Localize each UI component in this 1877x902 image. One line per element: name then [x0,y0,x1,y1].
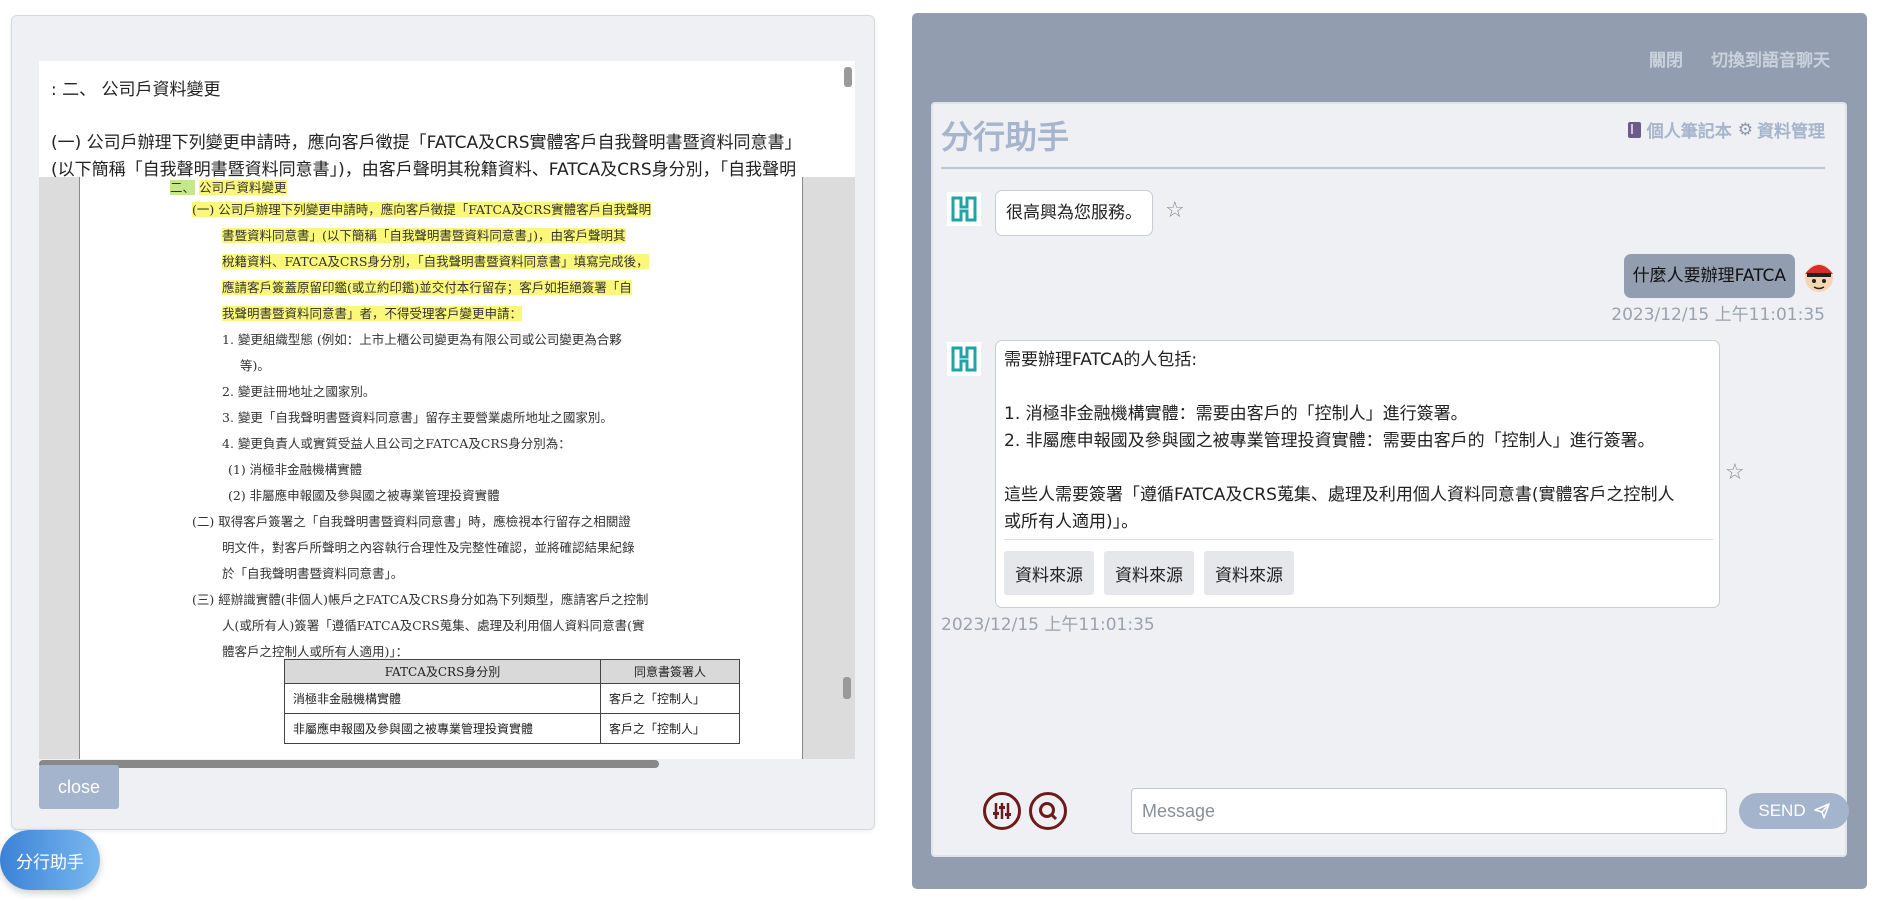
search-button[interactable] [1029,792,1067,830]
star-icon[interactable]: ☆ [1165,198,1185,223]
image-scrollbar[interactable] [843,677,851,699]
close-chat-link[interactable]: 關閉 [1649,46,1683,71]
scan-line: 於「自我聲明書暨資料同意書」。 [222,566,404,581]
star-icon[interactable]: ☆ [1725,460,1745,485]
scan-line: (2) 非屬應申報國及參與國之被專業管理投資實體 [228,488,500,503]
title-divider [941,167,1825,169]
scan-heading-num: 二、 [170,180,196,195]
message-input-row: SEND [983,788,1849,834]
notebook-icon [1627,121,1641,138]
horizontal-scrollbar[interactable] [39,760,659,768]
settings-sliders-button[interactable] [983,792,1021,830]
scan-line: (二) 取得客戶簽署之「自我聲明書暨資料同意書」時，應檢視本行留存之相關證 [192,514,631,529]
fatca-table: FATCA及CRS身分別 同意書簽署人 消極非金融機構實體 客戶之「控制人」 非… [283,659,740,744]
table-cell: 消極非金融機構實體 [283,683,602,714]
user-question-text: 什麼人要辦理FATCA [1632,266,1786,286]
answer-line: 或所有人適用)」。 [1004,512,1139,532]
scan-line: (一) 公司戶辦理下列變更申請時，應向客戶徵提「FATCA及CRS實體客戶自我聲… [192,202,652,217]
scan-line: 1. 變更組織型態 (例如：上市上櫃公司變更為有限公司或公司變更為合夥 [222,332,622,347]
scan-line: 稅籍資料、FATCA及CRS身分別，「自我聲明書暨資料同意書」填寫完成後， [222,254,649,269]
bot-avatar-icon [947,342,981,376]
table-row: 非屬應申報國及參與國之被專業管理投資實體 客戶之「控制人」 [283,713,740,744]
bot-avatar-icon [947,192,981,226]
chat-title: 分行助手 [941,118,1070,156]
answer-line: 這些人需要簽署「遵循FATCA及CRS蒐集、處理及利用個人資料同意書(實體客戶之… [1004,485,1675,505]
send-icon [1813,803,1830,819]
user-timestamp: 2023/12/15 上午11:01:35 [1611,305,1825,325]
scan-heading: 公司戶資料變更 [199,180,287,195]
table-header: 同意書簽署人 [600,659,740,684]
answer-line: 2. 非屬應申報國及參與國之被專業管理投資實體：需要由客戶的「控制人」進行簽署。 [1004,431,1655,451]
search-icon [1039,802,1058,821]
bot-answer-bubble: 需要辦理FATCA的人包括: 1. 消極非金融機構實體：需要由客戶的「控制人」進… [995,340,1720,608]
table-cell: 非屬應申報國及參與國之被專業管理投資實體 [283,713,602,744]
switch-voice-chat-link[interactable]: 切換到語音聊天 [1711,46,1830,71]
doc-text-line: (一) 公司戶辦理下列變更申請時，應向客戶徵提「FATCA及CRS實體客戶自我聲… [51,133,802,153]
user-avatar-icon [1805,264,1833,292]
answer-line: 需要辦理FATCA的人包括: [1004,350,1198,370]
text-scrollbar[interactable] [844,67,852,87]
gear-icon: ⚙ [1737,119,1753,140]
table-cell: 客戶之「控制人」 [600,683,740,714]
answer-divider [1004,539,1713,540]
source-button[interactable]: 資料來源 [1004,551,1094,595]
answer-timestamp: 2023/12/15 上午11:01:35 [941,615,1155,635]
scan-line: (三) 經辦識實體(非個人)帳戶之FATCA及CRS身分如為下列類型，應請客戶之… [192,592,649,607]
scan-line: 等)。 [240,358,270,373]
chat-tools: 個人筆記本 ⚙ 資料管理 [1627,117,1825,142]
source-button[interactable]: 資料來源 [1204,551,1294,595]
assistant-launcher-button[interactable]: 分行助手 [0,830,100,890]
scan-line: 明文件，對客戶所聲明之內容執行合理性及完整性確認，並將確認結果紀錄 [222,540,635,555]
scan-line: 我聲明書暨資料同意書」者，不得受理客戶變更申請： [222,306,523,321]
scan-line: 書暨資料同意書」(以下簡稱「自我聲明書暨資料同意書」)，由客戶聲明其 [222,228,626,243]
data-management-link[interactable]: 資料管理 [1757,117,1825,142]
greeting-text: 很高興為您服務。 [1006,203,1142,223]
table-header: FATCA及CRS身分別 [283,659,602,684]
doc-text-line: : 二、 公司戶資料變更 [51,80,221,100]
scan-line: 2. 變更註冊地址之國家別。 [222,384,376,399]
bot-message-bubble: 很高興為您服務。 [995,190,1153,236]
document-viewer-panel: : 二、 公司戶資料變更 (一) 公司戶辦理下列變更申請時，應向客戶徵提「FAT… [11,15,875,830]
scan-line: (1) 消極非金融機構實體 [228,462,363,477]
scan-line: 人(或所有人)簽署「遵循FATCA及CRS蒐集、處理及利用個人資料同意書(實 [222,618,645,633]
send-button[interactable]: SEND [1739,793,1849,829]
chat-window: 關閉 切換到語音聊天 分行助手 個人筆記本 ⚙ 資料管理 很高興為您服務。 ☆ … [912,13,1867,889]
close-button[interactable]: close [39,765,119,809]
document-text-excerpt: : 二、 公司戶資料變更 (一) 公司戶辦理下列變更申請時，應向客戶徵提「FAT… [39,61,855,185]
notebook-link[interactable]: 個人筆記本 [1647,117,1732,142]
sliders-icon [993,803,1011,819]
send-label: SEND [1758,801,1806,820]
table-cell: 客戶之「控制人」 [600,713,740,744]
message-input[interactable] [1131,788,1727,834]
source-button[interactable]: 資料來源 [1104,551,1194,595]
document-scan-image: 二、 公司戶資料變更 (一) 公司戶辦理下列變更申請時，應向客戶徵提「FATCA… [39,177,855,759]
user-message-bubble: 什麼人要辦理FATCA [1623,254,1795,298]
scan-line: 4. 變更負責人或實質受益人且公司之FATCA及CRS身分別為： [222,436,571,451]
answer-text: 需要辦理FATCA的人包括: 1. 消極非金融機構實體：需要由客戶的「控制人」進… [1004,347,1675,536]
scan-line: 應請客戶簽蓋原留印鑑(或立約印鑑)並交付本行留存；客戶如拒絕簽署「自 [222,280,632,295]
table-row: 消極非金融機構實體 客戶之「控制人」 [283,683,740,714]
answer-line: 1. 消極非金融機構實體：需要由客戶的「控制人」進行簽署。 [1004,404,1468,424]
chat-panel: 分行助手 個人筆記本 ⚙ 資料管理 很高興為您服務。 ☆ 什麼人要辦理FATCA [931,102,1849,857]
sources-row: 資料來源 資料來源 資料來源 [1004,551,1294,595]
scan-line: 3. 變更「自我聲明書暨資料同意書」留存主要營業處所地址之國家別。 [222,410,613,425]
